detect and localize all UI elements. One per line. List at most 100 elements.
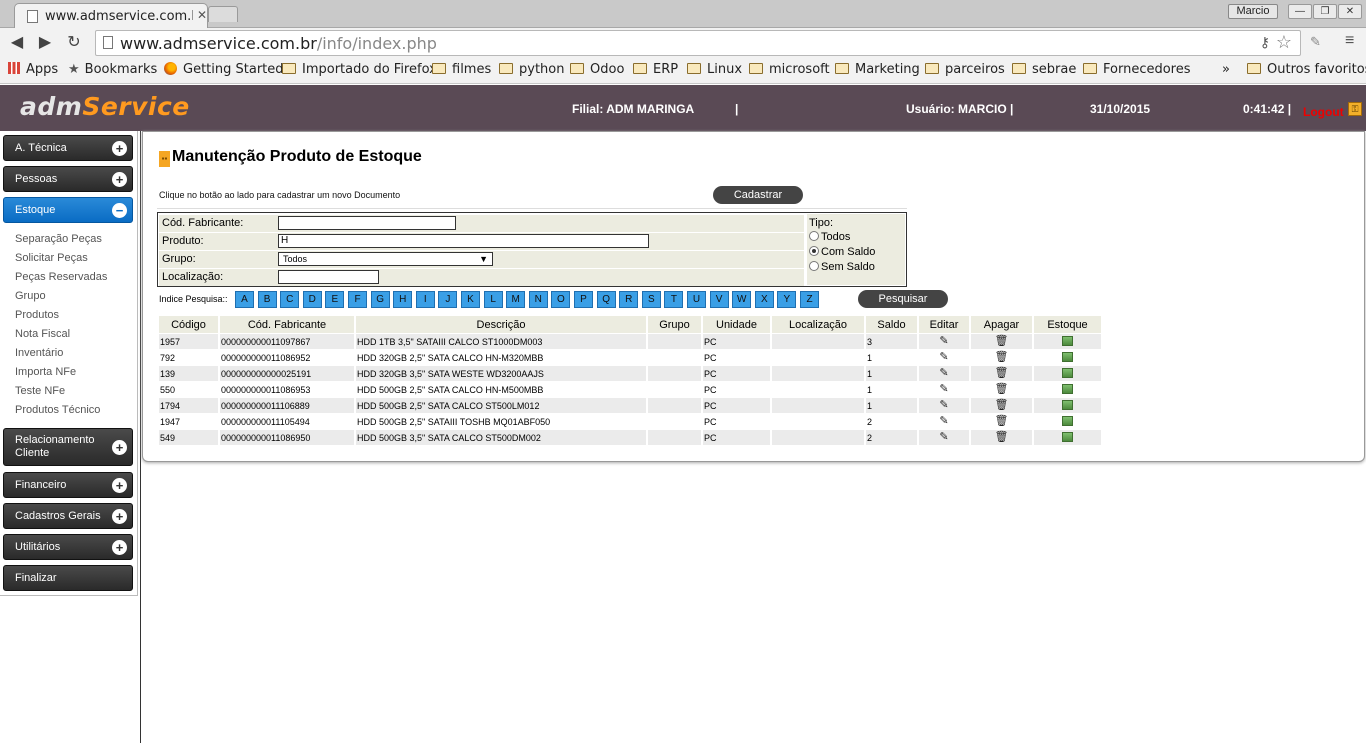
- letter-button-v[interactable]: V: [710, 291, 729, 308]
- menu-relacionamento-cliente[interactable]: Relacionamento Cliente+: [3, 428, 133, 466]
- edit-pencil-icon[interactable]: ✎: [939, 368, 948, 379]
- bookmark-folder[interactable]: microsoft: [749, 62, 830, 77]
- bookmark-folder[interactable]: Linux: [687, 62, 742, 77]
- submenu-produtos-tecnico[interactable]: Produtos Técnico: [15, 404, 100, 416]
- letter-button-c[interactable]: C: [280, 291, 299, 308]
- letter-button-g[interactable]: G: [371, 291, 390, 308]
- bookmark-star-icon[interactable]: ☆: [1276, 32, 1292, 53]
- profile-badge[interactable]: Marcio: [1228, 4, 1278, 19]
- edit-pencil-icon[interactable]: ✎: [939, 400, 948, 411]
- submenu-separacao-pecas[interactable]: Separação Peças: [15, 233, 102, 245]
- menu-pessoas[interactable]: Pessoas+: [3, 166, 133, 192]
- letter-button-s[interactable]: S: [642, 291, 661, 308]
- trash-icon[interactable]: 🗑: [995, 416, 1009, 427]
- key-icon[interactable]: ⚿: [1348, 102, 1362, 116]
- trash-icon[interactable]: 🗑: [995, 352, 1009, 363]
- letter-button-o[interactable]: O: [551, 291, 570, 308]
- edit-pencil-icon[interactable]: ✎: [939, 416, 948, 427]
- bookmark-folder[interactable]: Importado do Firefox: [282, 62, 437, 77]
- bookmark-bookmarks[interactable]: ★Bookmarks: [68, 62, 157, 77]
- col-codigo[interactable]: Código: [159, 316, 218, 333]
- letter-button-r[interactable]: R: [619, 291, 638, 308]
- back-arrow-icon[interactable]: ◀: [7, 32, 27, 52]
- reload-icon[interactable]: ↻: [64, 32, 84, 52]
- letter-button-x[interactable]: X: [755, 291, 774, 308]
- submenu-inventario[interactable]: Inventário: [15, 347, 63, 359]
- edit-pencil-icon[interactable]: ✎: [939, 384, 948, 395]
- cadastrar-button[interactable]: Cadastrar: [713, 186, 803, 204]
- letter-button-k[interactable]: K: [461, 291, 480, 308]
- letter-button-t[interactable]: T: [664, 291, 683, 308]
- bookmark-apps[interactable]: Apps: [8, 62, 58, 77]
- submenu-pecas-reservadas[interactable]: Peças Reservadas: [15, 271, 107, 283]
- stock-icon[interactable]: [1062, 368, 1073, 378]
- menu-estoque[interactable]: Estoque−: [3, 197, 133, 223]
- tipo-com-saldo-radio[interactable]: Com Saldo: [809, 246, 875, 258]
- submenu-nota-fiscal[interactable]: Nota Fiscal: [15, 328, 70, 340]
- submenu-importa-nfe[interactable]: Importa NFe: [15, 366, 76, 378]
- letter-button-q[interactable]: Q: [597, 291, 616, 308]
- logout-link[interactable]: Logout: [1303, 105, 1344, 119]
- letter-button-b[interactable]: B: [258, 291, 277, 308]
- key-icon[interactable]: ⚷: [1260, 34, 1270, 51]
- localizacao-input[interactable]: [278, 270, 379, 284]
- browser-tab-active[interactable]: www.admservice.com.br ✕: [14, 3, 208, 29]
- cod-fabricante-input[interactable]: [278, 216, 456, 230]
- submenu-solicitar-pecas[interactable]: Solicitar Peças: [15, 252, 88, 264]
- trash-icon[interactable]: 🗑: [995, 368, 1009, 379]
- bookmark-folder[interactable]: ERP: [633, 62, 678, 77]
- letter-button-w[interactable]: W: [732, 291, 751, 308]
- stock-icon[interactable]: [1062, 336, 1073, 346]
- menu-utilitarios[interactable]: Utilitários+: [3, 534, 133, 560]
- bookmark-getting-started[interactable]: Getting Started: [164, 62, 284, 77]
- letter-button-i[interactable]: I: [416, 291, 435, 308]
- window-close-button[interactable]: ✕: [1338, 4, 1362, 19]
- submenu-teste-nfe[interactable]: Teste NFe: [15, 385, 65, 397]
- col-grupo[interactable]: Grupo: [648, 316, 701, 333]
- bookmark-folder[interactable]: Odoo: [570, 62, 624, 77]
- submenu-grupo[interactable]: Grupo: [15, 290, 46, 302]
- forward-arrow-icon[interactable]: ▶: [35, 32, 55, 52]
- maximize-button[interactable]: ❐: [1313, 4, 1337, 19]
- letter-button-h[interactable]: H: [393, 291, 412, 308]
- letter-button-j[interactable]: J: [438, 291, 457, 308]
- menu-finalizar[interactable]: Finalizar: [3, 565, 133, 591]
- letter-button-m[interactable]: M: [506, 291, 525, 308]
- letter-button-z[interactable]: Z: [800, 291, 819, 308]
- bookmark-folder[interactable]: python: [499, 62, 564, 77]
- letter-button-a[interactable]: A: [235, 291, 254, 308]
- submenu-produtos[interactable]: Produtos: [15, 309, 59, 321]
- produto-input[interactable]: H: [278, 234, 649, 248]
- stock-icon[interactable]: [1062, 384, 1073, 394]
- trash-icon[interactable]: 🗑: [995, 432, 1009, 443]
- pesquisar-button[interactable]: Pesquisar: [858, 290, 948, 308]
- address-bar[interactable]: www.admservice.com.br/info/index.php ⚷ ☆: [95, 30, 1301, 56]
- bookmark-folder[interactable]: parceiros: [925, 62, 1005, 77]
- stock-icon[interactable]: [1062, 352, 1073, 362]
- bookmark-folder[interactable]: sebrae: [1012, 62, 1076, 77]
- extension-icon[interactable]: ✎: [1310, 34, 1321, 50]
- stock-icon[interactable]: [1062, 416, 1073, 426]
- menu-a-tecnica[interactable]: A. Técnica+: [3, 135, 133, 161]
- edit-pencil-icon[interactable]: ✎: [939, 432, 948, 443]
- bookmark-other[interactable]: Outros favoritos: [1247, 62, 1366, 77]
- trash-icon[interactable]: 🗑: [995, 384, 1009, 395]
- letter-button-l[interactable]: L: [484, 291, 503, 308]
- col-localizacao[interactable]: Localização: [772, 316, 864, 333]
- stock-icon[interactable]: [1062, 400, 1073, 410]
- trash-icon[interactable]: 🗑: [995, 400, 1009, 411]
- letter-button-y[interactable]: Y: [777, 291, 796, 308]
- bookmarks-overflow[interactable]: »: [1222, 62, 1230, 77]
- bookmark-folder[interactable]: filmes: [432, 62, 491, 77]
- close-icon[interactable]: ✕: [197, 8, 207, 22]
- bookmark-folder[interactable]: Marketing: [835, 62, 920, 77]
- menu-icon[interactable]: ≡: [1345, 32, 1354, 50]
- letter-button-d[interactable]: D: [303, 291, 322, 308]
- letter-button-n[interactable]: N: [529, 291, 548, 308]
- letter-button-f[interactable]: F: [348, 291, 367, 308]
- col-unidade[interactable]: Unidade: [703, 316, 770, 333]
- menu-cadastros-gerais[interactable]: Cadastros Gerais+: [3, 503, 133, 529]
- menu-financeiro[interactable]: Financeiro+: [3, 472, 133, 498]
- col-cod-fabricante[interactable]: Cód. Fabricante: [220, 316, 354, 333]
- col-descricao[interactable]: Descrição: [356, 316, 646, 333]
